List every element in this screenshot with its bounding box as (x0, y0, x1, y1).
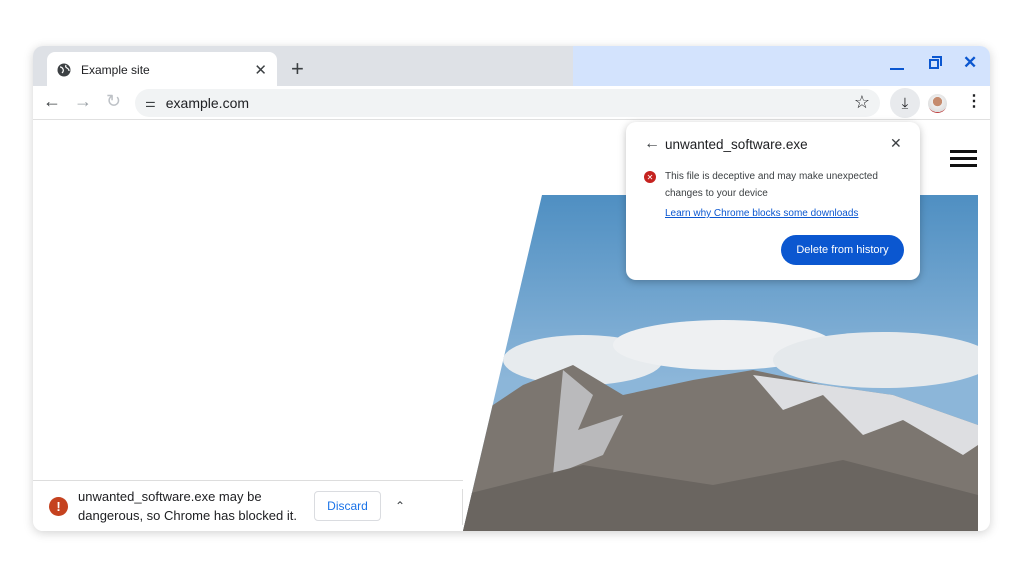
download-warning-line2: dangerous, so Chrome has blocked it. (78, 508, 297, 523)
learn-more-link[interactable]: Learn why Chrome blocks some downloads (665, 208, 858, 219)
toolbar: ← → ↻ ⚌ example.com ☆ ⤓ ⋮ (33, 86, 990, 120)
menu-icon[interactable]: ⋮ (966, 91, 982, 111)
new-tab-button[interactable]: + (291, 56, 304, 82)
download-warning-line1: unwanted_software.exe may be (78, 489, 262, 504)
avatar[interactable] (928, 94, 947, 113)
delete-from-history-button[interactable]: Delete from history (781, 235, 904, 265)
hamburger-menu-icon[interactable] (950, 150, 977, 167)
chevron-up-icon[interactable]: ⌃ (395, 499, 405, 513)
back-arrow-icon[interactable]: ← (644, 135, 660, 153)
danger-icon: ! (49, 496, 68, 516)
discard-button[interactable]: Discard (314, 491, 381, 521)
error-icon: ✕ (644, 171, 656, 183)
download-bar: ! unwanted_software.exe may be dangerous… (33, 480, 463, 531)
tab-example-site[interactable]: Example site ✕ (47, 52, 277, 88)
tab-strip-new (573, 46, 990, 86)
divider (462, 489, 463, 525)
close-popup-icon[interactable]: ✕ (890, 135, 902, 152)
bookmark-star-icon[interactable]: ☆ (854, 92, 870, 113)
reload-button[interactable]: ↻ (106, 91, 121, 112)
globe-icon (57, 63, 71, 77)
minimize-button[interactable] (890, 54, 904, 70)
tab-title: Example site (81, 63, 150, 77)
popup-title: unwanted_software.exe (665, 137, 808, 152)
close-window-button[interactable]: ✕ (963, 53, 977, 73)
popup-message: This file is deceptive and may make unex… (665, 171, 878, 199)
close-tab-icon[interactable]: ✕ (254, 61, 267, 79)
downloads-button[interactable]: ⤓ (890, 88, 920, 118)
omnibox[interactable]: ⚌ example.com ☆ (135, 89, 880, 117)
url-text: example.com (165, 95, 250, 111)
forward-button[interactable]: → (74, 91, 92, 112)
browser-window: Example site ✕ + ✕ ← → ↻ ⚌ example.com ☆… (33, 46, 990, 531)
download-bubble: ← unwanted_software.exe ✕ ✕ This file is… (626, 122, 920, 280)
restore-button-back (932, 56, 942, 66)
site-settings-icon[interactable]: ⚌ (145, 96, 156, 110)
back-button[interactable]: ← (43, 91, 61, 112)
